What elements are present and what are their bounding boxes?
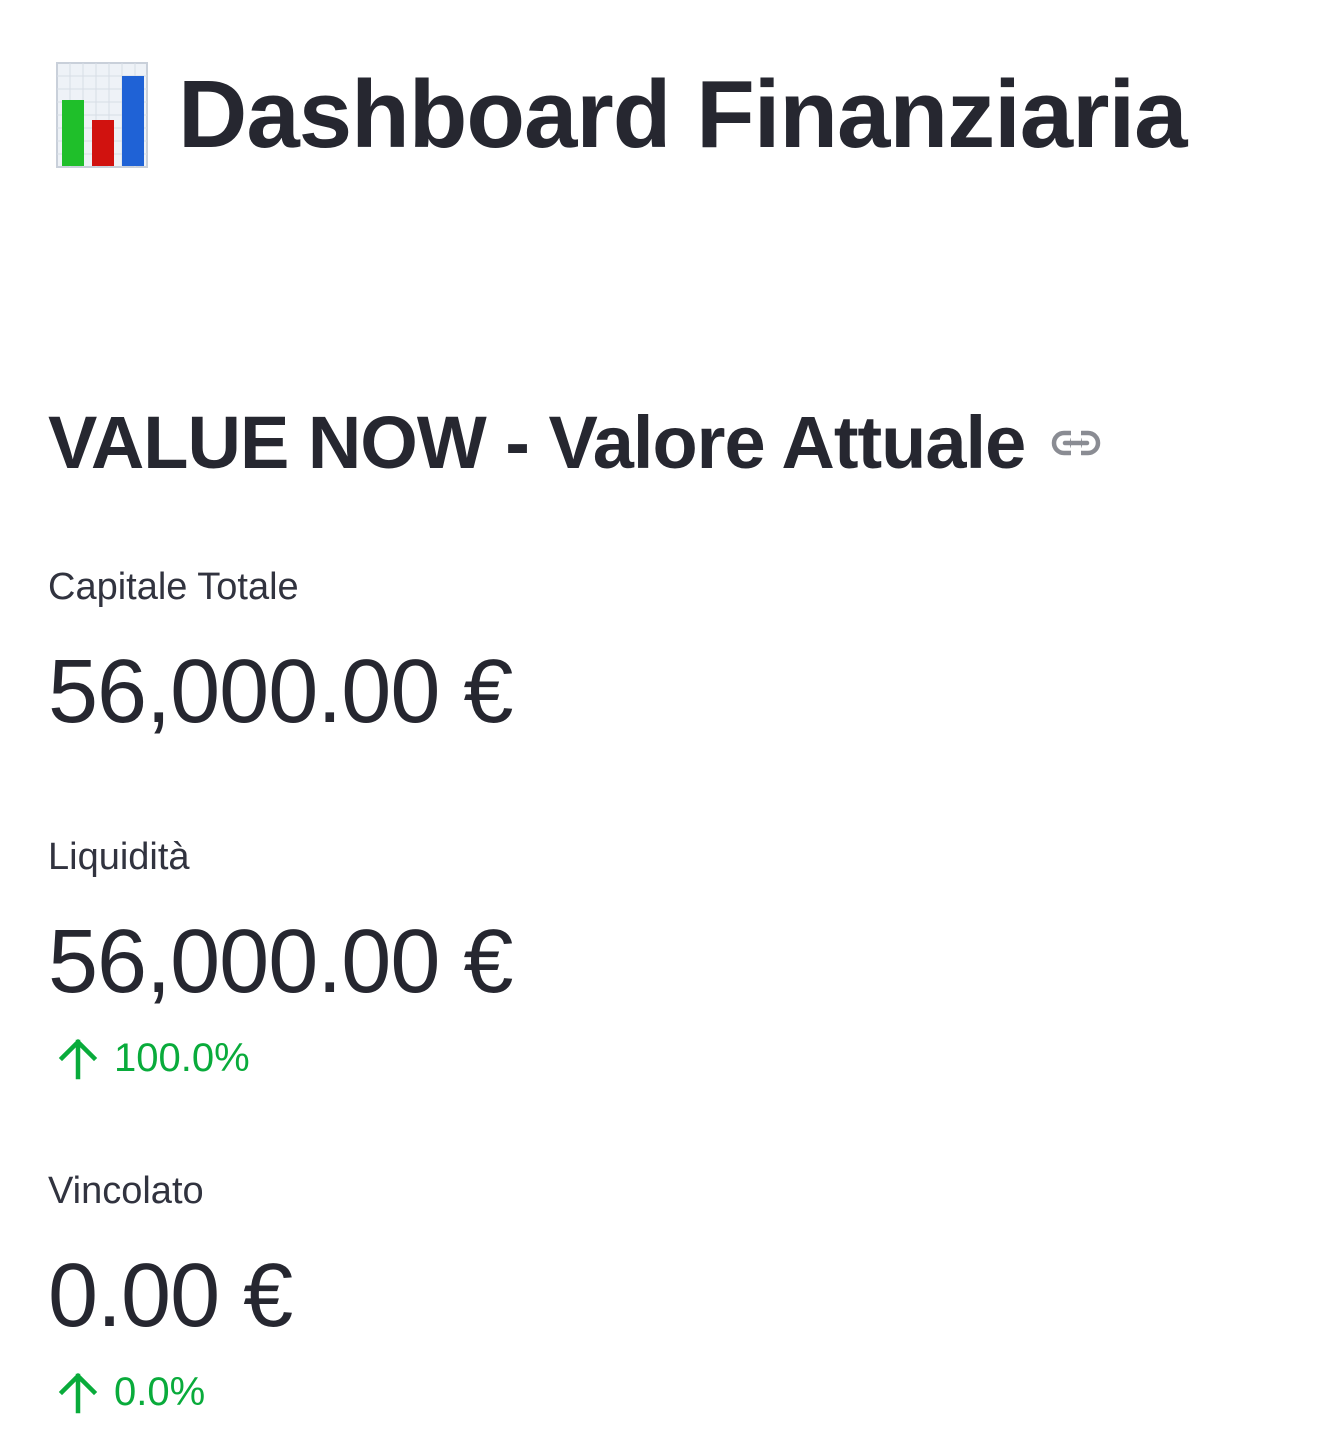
metric-liquidita: Liquidità 56,000.00 € 100.0% <box>48 838 1048 1080</box>
section-title: VALUE NOW - Valore Attuale <box>48 401 1026 484</box>
section-header: VALUE NOW - Valore Attuale <box>48 406 1101 480</box>
metric-label: Capitale Totale <box>48 566 299 608</box>
metric-delta-value: 100.0% <box>114 1036 250 1080</box>
arrow-up-icon <box>58 1372 98 1414</box>
metric-delta: 100.0% <box>48 1036 1048 1080</box>
page-header: Dashboard Finanziaria <box>56 61 1188 168</box>
metric-value: 56,000.00 € <box>48 912 513 1012</box>
metric-delta: 0.0% <box>48 1370 1048 1414</box>
arrow-up-icon <box>58 1038 98 1080</box>
bar-chart-emoji-icon <box>56 62 148 168</box>
link-icon[interactable] <box>1051 428 1101 458</box>
metric-delta-value: 0.0% <box>114 1370 206 1414</box>
metric-vincolato: Vincolato 0.00 € 0.0% <box>48 1172 1048 1414</box>
metric-label: Liquidità <box>48 836 190 878</box>
metric-value: 0.00 € <box>48 1246 293 1346</box>
metric-label: Vincolato <box>48 1170 204 1212</box>
metric-value: 56,000.00 € <box>48 642 513 742</box>
page-title: Dashboard Finanziaria <box>178 61 1188 168</box>
metric-capitale-totale: Capitale Totale 56,000.00 € <box>48 568 1048 737</box>
